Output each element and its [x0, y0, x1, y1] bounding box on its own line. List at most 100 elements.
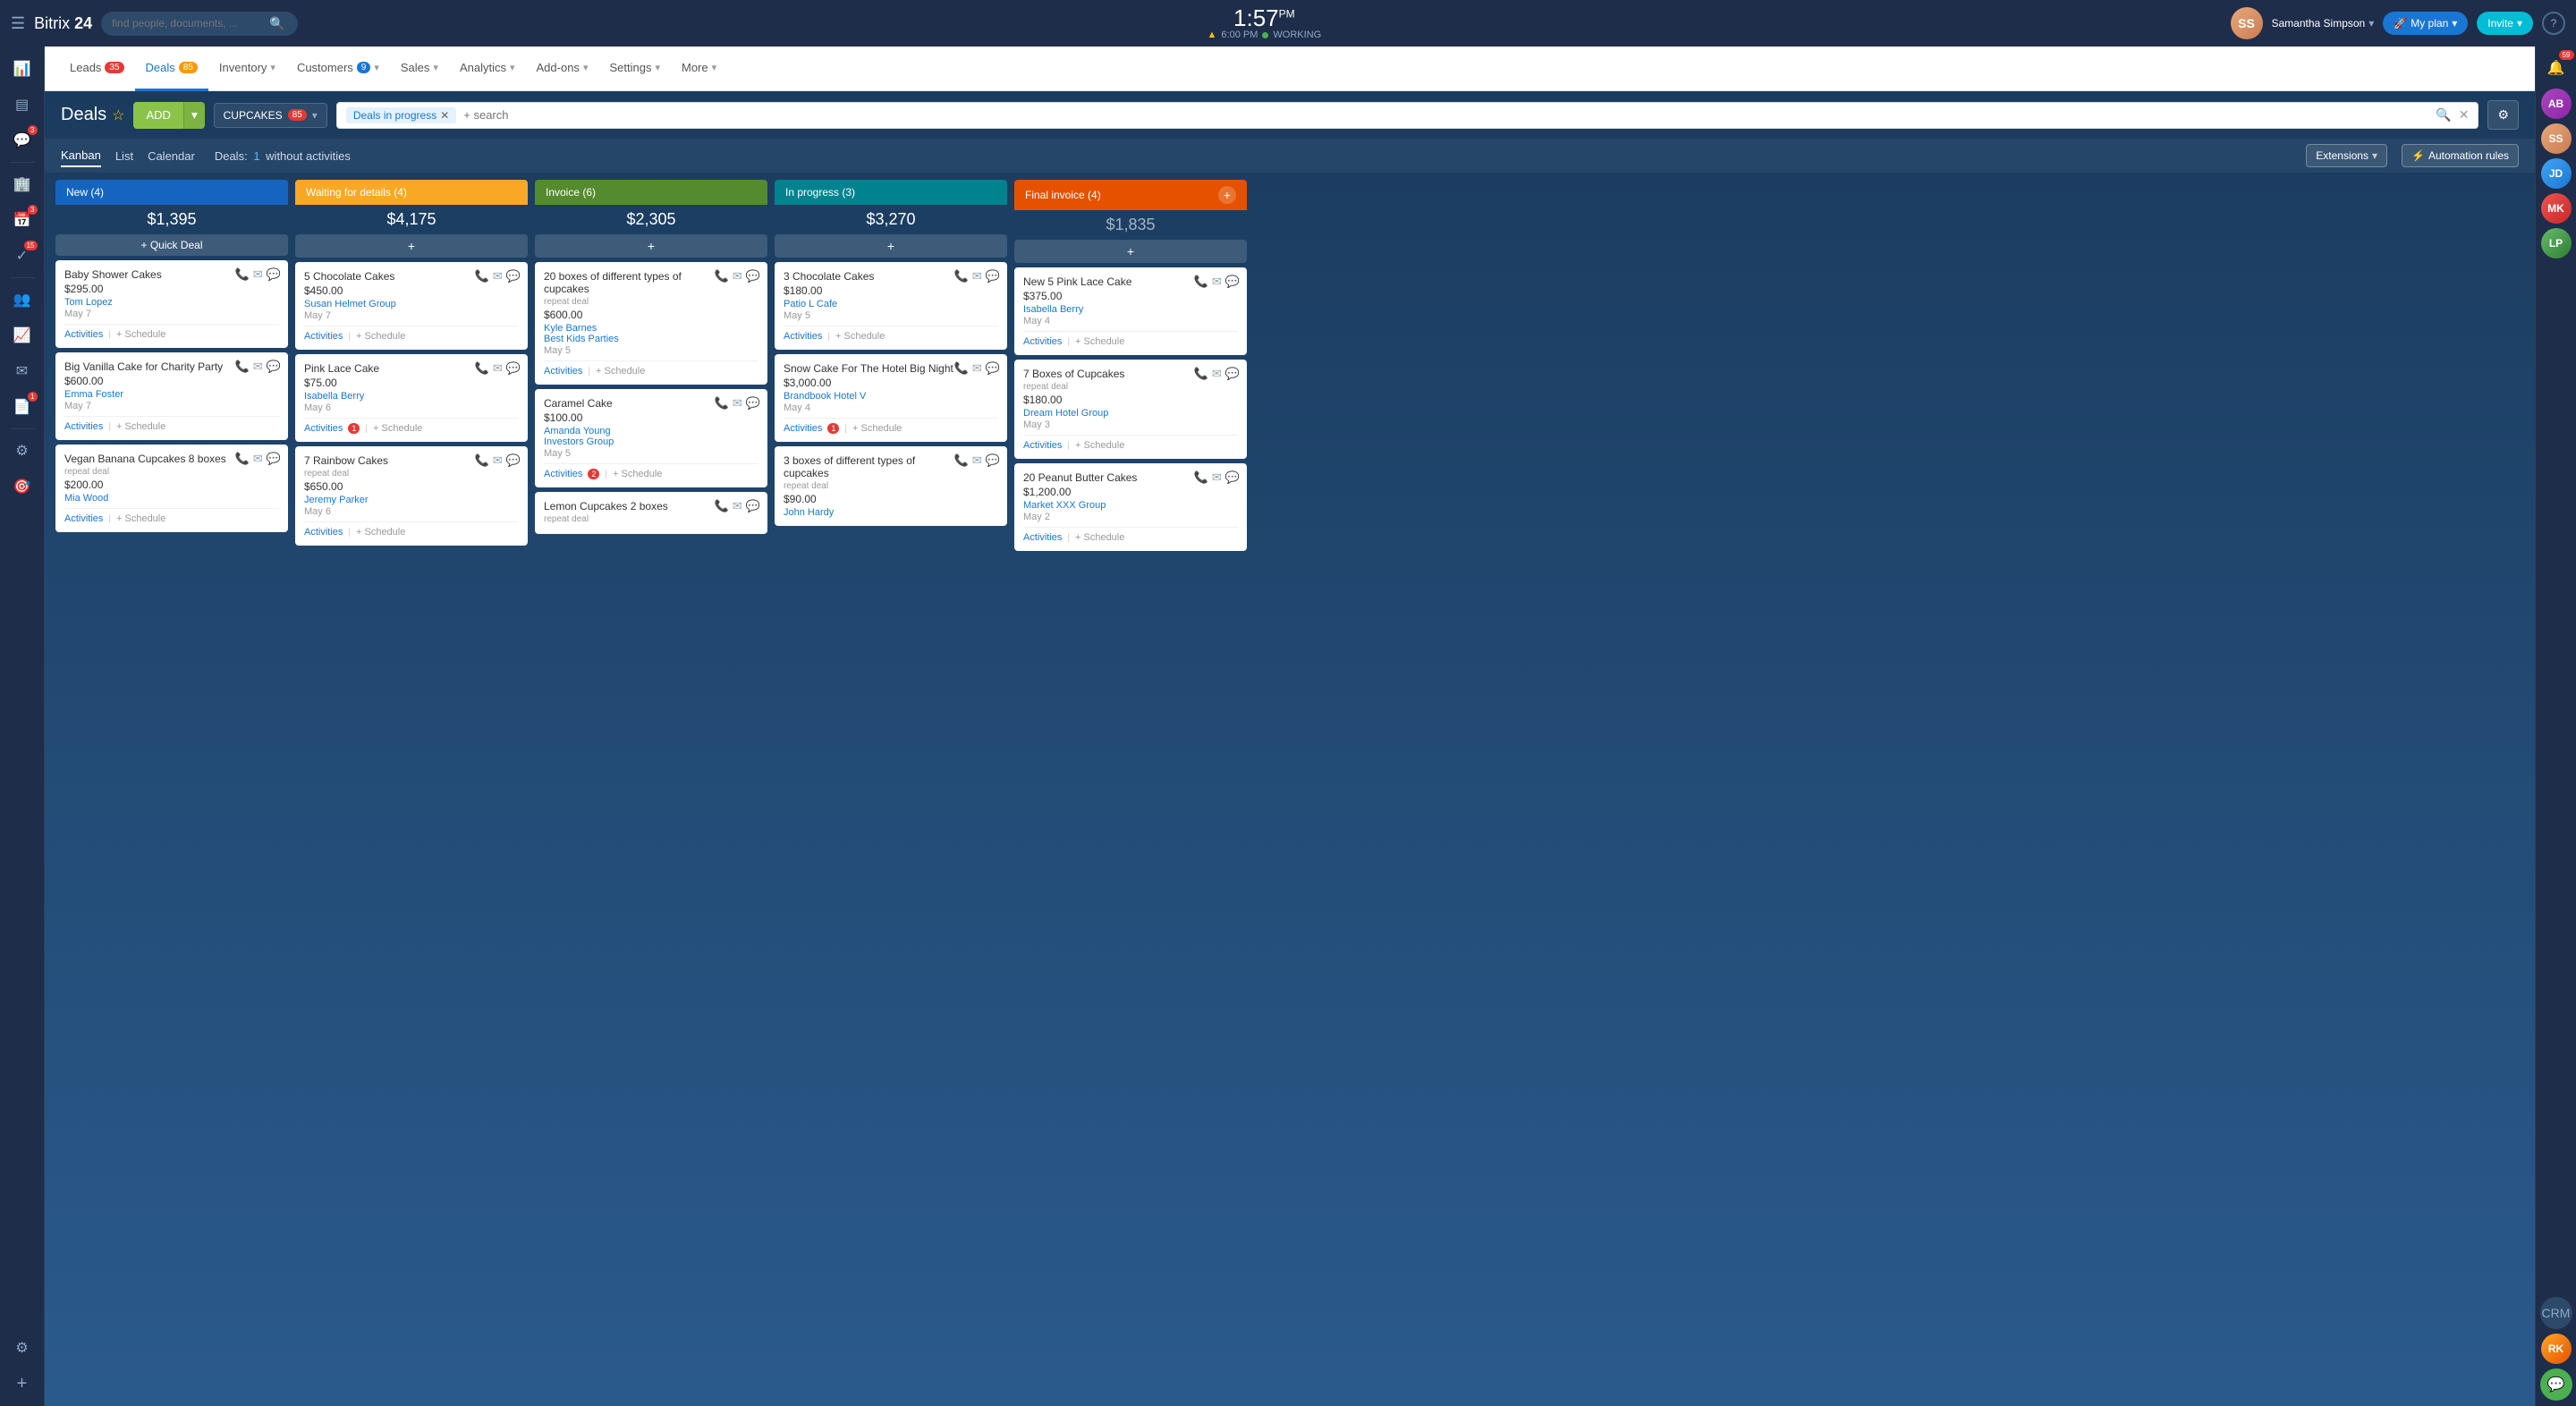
email-icon[interactable]: ✉: [493, 361, 503, 376]
deal-contact[interactable]: Dream Hotel Group: [1023, 408, 1238, 419]
deal-card[interactable]: Lemon Cupcakes 2 boxes repeat deal 📞 ✉ 💬: [535, 492, 767, 534]
phone-icon[interactable]: 📞: [475, 269, 489, 284]
deal-contact[interactable]: Brandbook Hotel V: [784, 391, 998, 402]
deal-card[interactable]: Pink Lace Cake $75.00 Isabella Berry May…: [295, 354, 528, 442]
tab-leads[interactable]: Leads 35: [59, 47, 135, 91]
activities-link[interactable]: Activities: [544, 366, 582, 377]
comment-icon[interactable]: 💬: [746, 499, 760, 513]
deal-card[interactable]: Caramel Cake $100.00 Amanda Young Invest…: [535, 389, 767, 487]
search-input[interactable]: [112, 17, 264, 30]
comment-icon[interactable]: 💬: [986, 453, 1000, 468]
email-icon[interactable]: ✉: [1212, 275, 1222, 289]
schedule-link[interactable]: + Schedule: [1075, 440, 1124, 451]
deal-contact2[interactable]: Best Kids Parties: [544, 334, 758, 344]
comment-icon[interactable]: 💬: [506, 269, 521, 284]
comment-icon[interactable]: 💬: [506, 453, 521, 468]
column-settings-button[interactable]: ⚙: [2487, 100, 2519, 130]
deal-contact[interactable]: John Hardy: [784, 507, 998, 518]
filter-cupcakes-button[interactable]: CUPCAKES 85 ▾: [214, 103, 327, 128]
sidebar-icon-tasks[interactable]: ✓15: [5, 239, 39, 273]
phone-icon[interactable]: 📞: [235, 360, 250, 374]
schedule-link[interactable]: + Schedule: [373, 423, 422, 434]
sidebar-icon-docs[interactable]: 📄1: [5, 390, 39, 424]
activities-link[interactable]: Activities: [544, 469, 582, 479]
sidebar-icon-crm[interactable]: 🏢: [5, 167, 39, 201]
phone-icon[interactable]: 📞: [475, 453, 489, 468]
my-plan-button[interactable]: 🚀 My plan ▾: [2383, 12, 2468, 35]
deal-contact[interactable]: Isabella Berry: [1023, 304, 1238, 315]
comment-icon[interactable]: 💬: [986, 361, 1000, 376]
schedule-link[interactable]: + Schedule: [1075, 532, 1124, 543]
activities-link[interactable]: Activities: [1023, 532, 1062, 543]
tab-customers[interactable]: Customers 9 ▾: [286, 47, 390, 91]
sidebar-icon-feed[interactable]: ▤: [5, 88, 39, 122]
deal-contact[interactable]: Mia Wood: [64, 493, 279, 504]
deal-contact[interactable]: Susan Helmet Group: [304, 299, 519, 309]
remove-filter-icon[interactable]: ✕: [440, 109, 449, 122]
activities-link[interactable]: Activities: [64, 421, 103, 432]
activities-link[interactable]: Activities: [1023, 440, 1062, 451]
schedule-link[interactable]: + Schedule: [356, 331, 405, 342]
email-icon[interactable]: ✉: [1212, 470, 1222, 485]
deal-card[interactable]: 20 boxes of different types of cupcakes …: [535, 262, 767, 385]
phone-icon[interactable]: 📞: [475, 361, 489, 376]
sidebar-avatar-6[interactable]: RK: [2541, 1334, 2572, 1364]
schedule-link[interactable]: + Schedule: [116, 421, 165, 432]
tab-sales[interactable]: Sales ▾: [390, 47, 449, 91]
tab-more[interactable]: More ▾: [671, 47, 727, 91]
sidebar-avatar-5[interactable]: LP: [2541, 228, 2572, 258]
subnav-list[interactable]: List: [115, 146, 133, 166]
deal-contact[interactable]: Jeremy Parker: [304, 495, 519, 505]
search-filter-input[interactable]: [463, 108, 2428, 122]
quick-deal-button[interactable]: + Quick Deal: [55, 234, 288, 256]
hamburger-icon[interactable]: ☰: [11, 14, 25, 33]
deal-contact[interactable]: Amanda Young: [544, 426, 758, 436]
schedule-link[interactable]: + Schedule: [1075, 336, 1124, 347]
activities-link[interactable]: Activities: [1023, 336, 1062, 347]
deal-card[interactable]: 3 boxes of different types of cupcakes r…: [775, 446, 1007, 526]
tab-addons[interactable]: Add-ons ▾: [526, 47, 599, 91]
phone-icon[interactable]: 📞: [1194, 275, 1208, 289]
activities-link[interactable]: Activities: [784, 423, 822, 434]
phone-icon[interactable]: 📞: [954, 453, 969, 468]
activities-link[interactable]: Activities: [784, 331, 822, 342]
help-button[interactable]: ?: [2542, 12, 2565, 35]
email-icon[interactable]: ✉: [253, 452, 263, 466]
tab-analytics[interactable]: Analytics ▾: [449, 47, 526, 91]
col-add-icon[interactable]: +: [1218, 186, 1236, 204]
deal-contact[interactable]: Patio L Cafe: [784, 299, 998, 309]
email-icon[interactable]: ✉: [972, 269, 982, 284]
phone-icon[interactable]: 📞: [235, 267, 250, 282]
deal-card[interactable]: 7 Rainbow Cakes repeat deal $650.00 Jere…: [295, 446, 528, 546]
sidebar-avatar-1[interactable]: AB: [2541, 89, 2572, 119]
sidebar-avatar-3[interactable]: JD: [2541, 158, 2572, 189]
sidebar-icon-add[interactable]: +: [5, 1367, 39, 1401]
deal-card[interactable]: Baby Shower Cakes $295.00 Tom Lopez May …: [55, 260, 288, 348]
extensions-button[interactable]: Extensions ▾: [2306, 144, 2387, 167]
email-icon[interactable]: ✉: [253, 360, 263, 374]
email-icon[interactable]: ✉: [1212, 367, 1222, 381]
comment-icon[interactable]: 💬: [1225, 470, 1240, 485]
comment-icon[interactable]: 💬: [267, 360, 281, 374]
phone-icon[interactable]: 📞: [954, 269, 969, 284]
comment-icon[interactable]: 💬: [267, 452, 281, 466]
deal-card[interactable]: 20 Peanut Butter Cakes $1,200.00 Market …: [1014, 463, 1247, 551]
schedule-link[interactable]: + Schedule: [852, 423, 902, 434]
email-icon[interactable]: ✉: [733, 396, 742, 411]
tab-deals[interactable]: Deals 85: [135, 47, 208, 91]
invite-button[interactable]: Invite ▾: [2477, 12, 2533, 35]
activities-link[interactable]: Activities: [304, 331, 343, 342]
activities-link[interactable]: Activities: [304, 527, 343, 538]
automation-rules-button[interactable]: ⚡ Automation rules: [2402, 144, 2519, 167]
subnav-calendar[interactable]: Calendar: [148, 146, 195, 166]
activities-link[interactable]: Activities: [64, 513, 103, 524]
phone-icon[interactable]: 📞: [715, 269, 729, 284]
deal-contact[interactable]: Isabella Berry: [304, 391, 519, 402]
sidebar-avatar-4[interactable]: MK: [2541, 193, 2572, 224]
sidebar-crm-icon[interactable]: CRM: [2540, 1297, 2572, 1329]
email-icon[interactable]: ✉: [733, 499, 742, 513]
schedule-link[interactable]: + Schedule: [835, 331, 885, 342]
add-deal-dropdown-button[interactable]: ▾: [183, 102, 205, 129]
add-inprogress-button[interactable]: +: [775, 234, 1007, 258]
clear-search-icon[interactable]: ✕: [2459, 107, 2470, 123]
